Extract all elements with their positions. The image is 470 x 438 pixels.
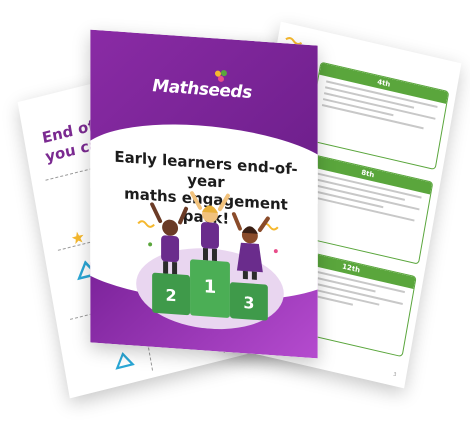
podium-third-label: 3 — [243, 293, 254, 313]
answer-card: 4th — [306, 61, 450, 171]
podium-illustration: 2 1 3 — [136, 191, 284, 330]
cover-page: Mathseeds Early learners end-of-year mat… — [90, 29, 318, 359]
page-number: 3 — [392, 371, 397, 379]
sprout-icon — [214, 70, 227, 82]
podium-first-label: 1 — [204, 276, 217, 298]
podium-second-label: 2 — [166, 286, 177, 306]
product-mockup: End of year you cards 4th 8th 12th 3 Mat… — [0, 0, 470, 438]
text-line — [321, 103, 424, 130]
